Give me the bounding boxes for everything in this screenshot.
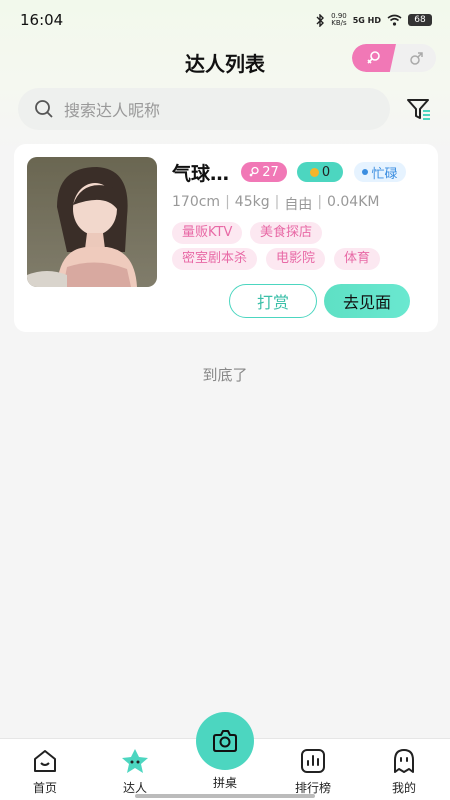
interest-tag: 体育 (334, 248, 381, 270)
divider: | (317, 194, 323, 210)
status-time: 16:04 (20, 11, 64, 29)
meet-button[interactable]: 去见面 (324, 284, 410, 318)
status-icons: 0.90 KB/s 5G HD 68 (315, 13, 432, 27)
search-placeholder: 搜索达人昵称 (64, 101, 161, 120)
network-type: 5G HD (352, 15, 381, 25)
tab-talent[interactable]: 达人 (105, 747, 165, 796)
tab-ranking[interactable]: 排行榜 (283, 747, 343, 796)
filter-icon[interactable] (406, 96, 432, 122)
search-row: 搜索达人昵称 (18, 88, 432, 130)
camera-puzzle-icon (213, 730, 237, 752)
battery-level: 68 (408, 14, 432, 26)
gender-male-button[interactable] (396, 44, 436, 72)
search-input[interactable]: 搜索达人昵称 (18, 88, 390, 130)
status-bar: 16:04 0.90 KB/s 5G HD 68 (0, 0, 450, 40)
tab-table-label: 拼桌 (212, 776, 237, 790)
tab-home[interactable]: 首页 (15, 747, 75, 796)
table-tab-circle[interactable] (196, 712, 254, 770)
age-badge: 27 (241, 162, 287, 182)
tip-button[interactable]: 打赏 (229, 284, 317, 318)
divider: | (274, 194, 280, 210)
tab-mine[interactable]: 我的 (374, 747, 434, 796)
home-indicator (135, 794, 315, 798)
search-icon (35, 100, 53, 118)
interest-tag: 美食探店 (250, 222, 323, 244)
talent-name: 气球… (172, 163, 230, 185)
status-badge: 忙碌 (354, 162, 406, 182)
talent-job: 自由 (284, 197, 313, 213)
wifi-icon (387, 14, 402, 26)
status-dot-icon (362, 169, 369, 175)
list-end-text: 到底了 (202, 366, 248, 384)
gender-toggle[interactable] (352, 44, 436, 72)
talent-height: 170cm (172, 194, 221, 210)
bluetooth-icon (316, 13, 325, 27)
female-symbol-icon (249, 166, 259, 177)
talent-distance: 0.04KM (327, 194, 380, 210)
ranking-chart-icon (301, 749, 325, 773)
female-symbol-icon (367, 51, 380, 64)
interest-tag: 密室剧本杀 (172, 248, 258, 270)
gender-female-button[interactable] (352, 44, 396, 72)
interest-tag: 电影院 (266, 248, 326, 270)
tab-table[interactable]: 拼桌 (195, 712, 255, 791)
star-face-icon (122, 749, 148, 773)
talent-photo[interactable] (27, 157, 157, 287)
home-icon (34, 750, 56, 772)
talent-weight: 45kg (234, 194, 270, 210)
talent-stats: 170cm | 45kg | 自由 | 0.04KM (172, 194, 379, 214)
interest-tag: 量贩KTV (172, 222, 243, 244)
talent-photo-image (27, 157, 157, 287)
coin-icon (309, 167, 319, 177)
tab-mine-label: 我的 (391, 781, 416, 795)
network-speed: 0.90 KB/s (331, 12, 347, 27)
divider: | (225, 194, 230, 210)
page-header: 达人列表 (0, 44, 450, 80)
talent-card[interactable]: 气球… 27 0 忙碌 170cm | 45kg | 自由 | 0.04KM 量… (14, 144, 438, 332)
tab-home-label: 首页 (32, 781, 57, 795)
male-symbol-icon (410, 52, 423, 65)
ghost-icon (394, 749, 414, 773)
coin-badge: 0 (297, 162, 343, 182)
